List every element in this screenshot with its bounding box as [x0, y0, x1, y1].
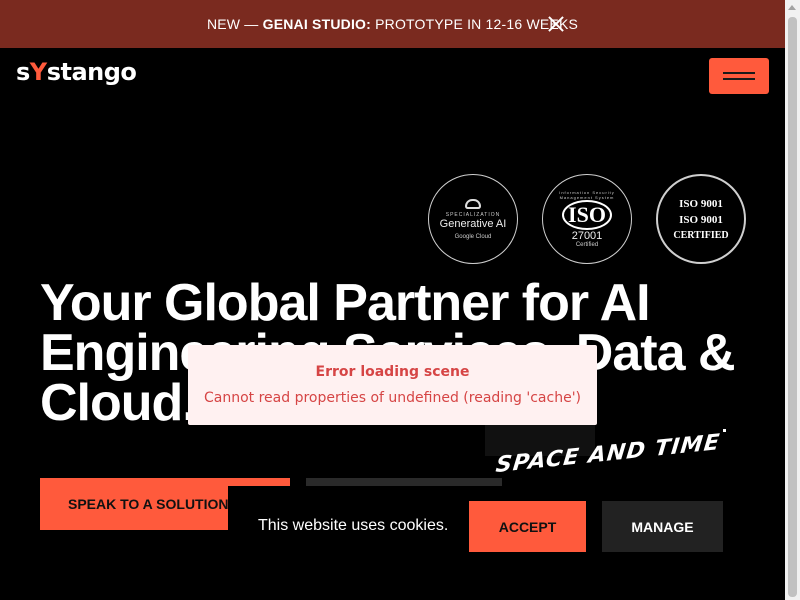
badge-bottom-text: Certified	[575, 242, 599, 248]
logo-part-y: Y	[29, 58, 47, 86]
announcement-highlight: GENAI STUDIO:	[262, 16, 371, 32]
hamburger-line-top	[723, 72, 755, 74]
badge-sub-text: 27001	[571, 230, 603, 242]
logo-part-stango: stango	[46, 58, 137, 86]
accept-cookies-button[interactable]: ACCEPT	[469, 501, 586, 552]
badge-top-text: Information Security Management System	[559, 190, 615, 200]
badge-generative-ai: SPECIALIZATION Generative AI Google Clou…	[428, 174, 518, 264]
badge-iso-27001: Information Security Management System I…	[542, 174, 632, 264]
announcement-prefix: NEW —	[206, 16, 263, 32]
announcement-text[interactable]: NEW — GENAI STUDIO: PROTOTYPE IN 12-16 W…	[207, 16, 578, 32]
cookie-message: This website uses cookies.	[258, 517, 449, 534]
badge-main-text: ISO	[562, 200, 612, 230]
google-cloud-icon	[465, 198, 481, 209]
error-title: Error loading scene	[315, 364, 470, 380]
hamburger-menu-button[interactable]	[709, 58, 769, 94]
badge-main-text: Generative AI	[439, 217, 507, 230]
scroll-up-arrow-icon[interactable]	[788, 5, 796, 10]
error-overlay: Error loading scene Cannot read properti…	[188, 345, 597, 425]
badge-main-text: ISO 9001	[679, 213, 723, 226]
badge-bottom-text: CERTIFIED	[673, 229, 729, 241]
logo[interactable]: sYstango	[16, 58, 137, 86]
cookie-banner: This website uses cookies. ACCEPT MANAGE	[228, 486, 785, 600]
manage-cookies-button[interactable]: MANAGE	[602, 501, 723, 552]
scrollbar[interactable]	[785, 0, 800, 600]
announcement-bar: NEW — GENAI STUDIO: PROTOTYPE IN 12-16 W…	[0, 0, 785, 48]
badge-iso-9001: ISO 9001 ISO 9001 CERTIFIED	[656, 174, 746, 264]
logo-part-s: s	[16, 58, 30, 86]
error-message: Cannot read properties of undefined (rea…	[203, 390, 581, 406]
badge-top-text: ISO 9001	[679, 197, 723, 210]
close-icon[interactable]	[546, 14, 566, 34]
hamburger-line-bottom	[723, 78, 755, 80]
badge-bottom-text: Google Cloud	[454, 233, 492, 240]
scrollbar-thumb[interactable]	[788, 17, 797, 597]
